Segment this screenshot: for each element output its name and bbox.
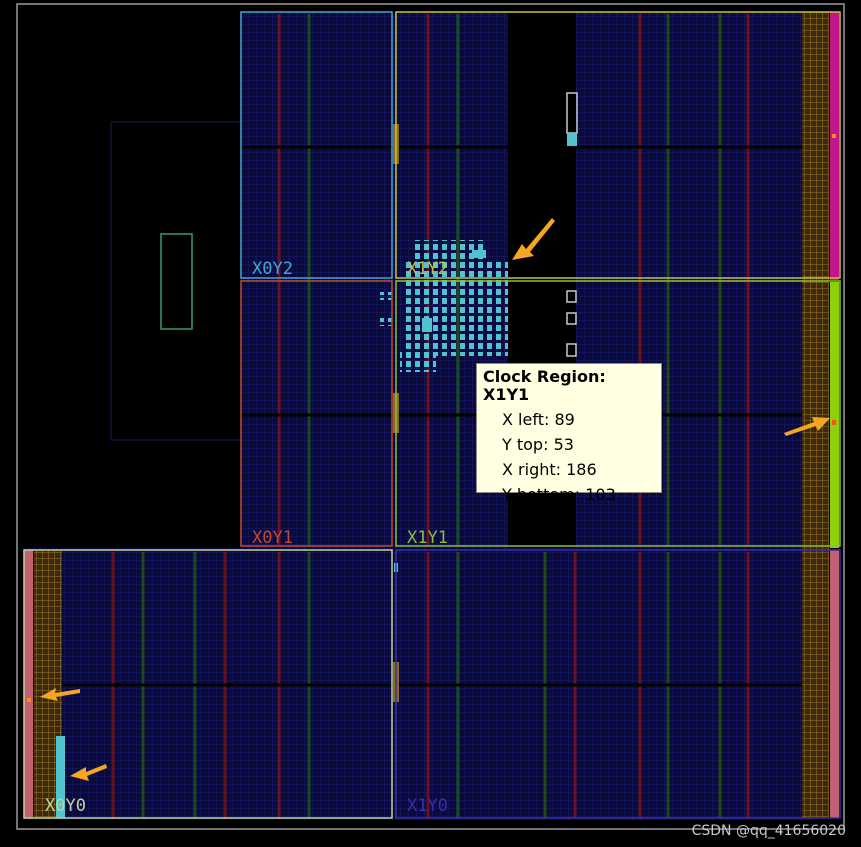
region-label-X1Y0: X1Y0: [407, 796, 448, 816]
io-bank-bottom: [830, 550, 839, 818]
tooltip-y-top: Y top: 53: [502, 435, 655, 454]
io-bank-left: [24, 550, 33, 818]
io-marker: [832, 134, 836, 138]
io-marker: [832, 420, 836, 425]
region-label-X1Y1: X1Y1: [407, 528, 448, 548]
tooltip-x-right: X right: 186: [502, 460, 655, 479]
pblock-outline: [110, 121, 242, 441]
tooltip-x-left-value: 89: [554, 410, 575, 429]
tooltip-x-right-label: X right:: [502, 460, 562, 479]
tooltip-y-top-label: Y top:: [502, 435, 549, 454]
region-label-X1Y2: X1Y2: [407, 259, 448, 279]
tooltip-y-bottom-value: 103: [585, 485, 616, 504]
pblock-small: [160, 233, 193, 330]
region-label-X0Y2: X0Y2: [252, 259, 293, 279]
tooltip-x-right-value: 186: [566, 460, 597, 479]
region-label-X0Y1: X0Y1: [252, 528, 293, 548]
clock-region-tooltip: Clock Region: X1Y1 X left: 89 Y top: 53 …: [476, 363, 662, 504]
io-column-right: [802, 12, 829, 818]
watermark: CSDN @qq_41656020: [691, 823, 846, 839]
tooltip-y-bottom: Y bottom: 103: [502, 485, 655, 504]
tooltip-x-left-label: X left:: [502, 410, 550, 429]
io-bank-top: [830, 12, 839, 280]
tooltip-y-bottom-label: Y bottom:: [502, 485, 581, 504]
region-label-X0Y0: X0Y0: [45, 796, 86, 816]
io-bank-mid: [830, 282, 839, 548]
io-marker: [27, 698, 31, 702]
tooltip-x-left: X left: 89: [502, 410, 655, 429]
tooltip-title: Clock Region: X1Y1: [483, 367, 606, 404]
device-view[interactable]: X0Y2 X1Y2 X0Y1 X1Y1 X0Y0 X1Y0: [0, 0, 861, 847]
placed-ram: [567, 133, 577, 146]
tooltip-y-top-value: 53: [553, 435, 574, 454]
